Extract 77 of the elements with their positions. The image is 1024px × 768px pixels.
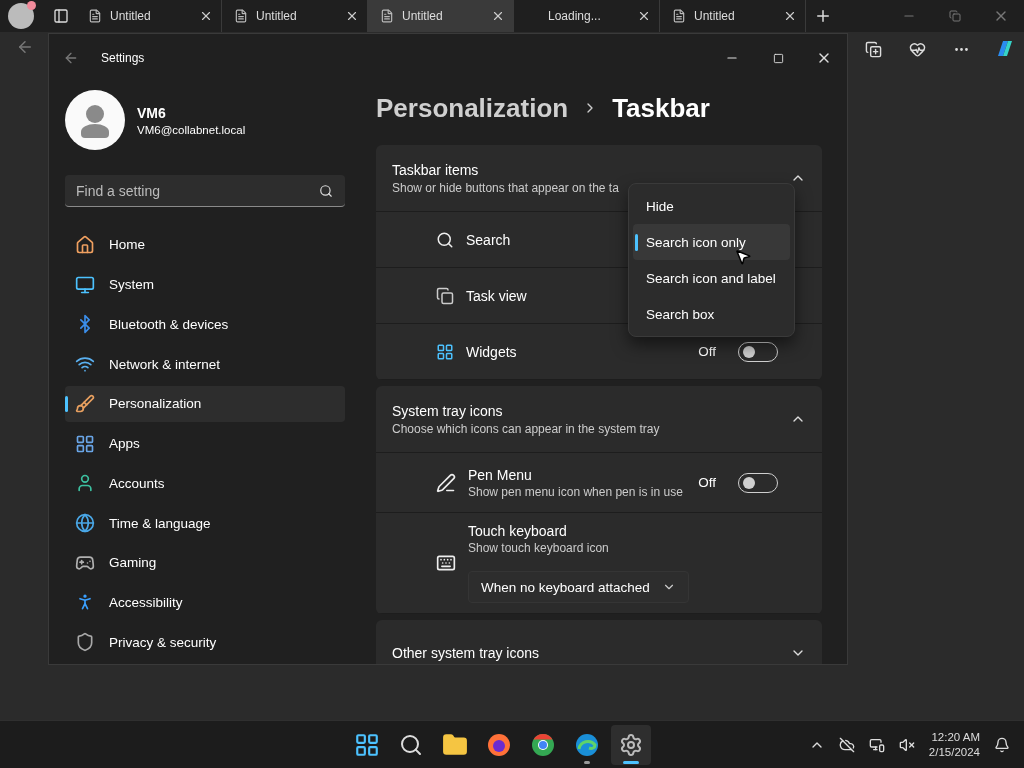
home-icon (75, 234, 95, 255)
nav-item[interactable]: Apps (65, 425, 345, 462)
keyboard-icon (436, 553, 456, 573)
nav-item[interactable]: Personalization (65, 385, 345, 422)
taskbar-app[interactable] (611, 724, 652, 765)
windows-logo-icon (354, 731, 381, 758)
close-icon[interactable] (199, 9, 213, 23)
nav-item[interactable]: System (65, 266, 345, 303)
nav-item[interactable]: Privacy & security (65, 624, 345, 661)
setting-label: Widgets (466, 343, 517, 360)
personalization-icon (75, 393, 95, 414)
clock[interactable]: 12:20 AM 2/15/2024 (928, 729, 980, 760)
section-header[interactable]: System tray icons Choose which icons can appear in the system tray (376, 386, 822, 453)
keyboard-dropdown[interactable]: When no keyboard attached (468, 571, 689, 603)
menu-item[interactable]: Search icon and label (633, 260, 790, 296)
setting-description: Show pen menu icon when pen is in use (468, 484, 683, 499)
nav-item[interactable]: Home (65, 227, 345, 263)
close-icon[interactable] (491, 9, 505, 23)
search-icon (436, 230, 454, 249)
back-icon[interactable] (63, 50, 79, 66)
gear-icon (619, 732, 644, 757)
close-icon[interactable] (345, 9, 359, 23)
apps-icon (75, 433, 95, 454)
cloud-off-icon[interactable] (838, 736, 855, 753)
profile-avatar[interactable] (8, 3, 34, 29)
setting-label: Task view (466, 287, 527, 304)
close-icon[interactable] (637, 9, 651, 23)
nav-item[interactable]: Bluetooth & devices (65, 306, 345, 343)
menu-item[interactable]: Search icon only (633, 224, 790, 260)
accounts-icon (75, 473, 95, 494)
setting-label: Search (466, 231, 511, 248)
toggle-state: Off (698, 475, 716, 490)
privacy-icon (75, 632, 95, 653)
folder-icon (442, 731, 469, 758)
document-icon (380, 9, 394, 23)
nav-item[interactable]: Accessibility (65, 584, 345, 621)
close-icon[interactable] (783, 9, 797, 23)
nav-item[interactable]: Time & language (65, 505, 345, 541)
section-title: Taskbar items (392, 161, 480, 178)
bell-icon[interactable] (994, 736, 1010, 753)
document-icon (234, 9, 248, 23)
edge-icon (575, 732, 600, 757)
cursor-icon (734, 248, 752, 266)
widgets-icon (436, 342, 454, 361)
section-subtitle: Choose which icons can appear in the system tray (392, 421, 661, 436)
window-title: Settings (101, 51, 146, 65)
menu-item[interactable]: Search box (633, 296, 790, 332)
breadcrumb-link[interactable]: Personalization (376, 92, 569, 124)
section-title: System tray icons (392, 402, 504, 419)
document-icon (88, 9, 102, 23)
system-icon (75, 274, 95, 295)
avatar (65, 90, 125, 150)
search-icon (319, 184, 333, 198)
setting-description: Show touch keyboard icon (468, 541, 609, 555)
document-icon (672, 9, 686, 23)
nav-item[interactable]: Accounts (65, 465, 345, 502)
page-title: Taskbar (612, 92, 710, 124)
nav-item[interactable]: Network & internet (65, 346, 345, 382)
firefox-icon (487, 732, 512, 757)
setting-label: Pen Menu (468, 466, 532, 483)
muted-speaker-icon[interactable] (898, 736, 915, 753)
network-icon[interactable] (868, 736, 885, 753)
search-field[interactable]: Find a setting (65, 175, 345, 207)
pen-icon (436, 472, 456, 493)
time-icon (75, 513, 95, 533)
user-name: VM6 (137, 104, 167, 121)
browser-tab[interactable]: Untitled (368, 0, 514, 32)
search-icon (399, 732, 424, 757)
section-title: Other system tray icons (392, 645, 541, 661)
setting-label: Touch keyboard (468, 523, 567, 539)
chrome-icon (531, 732, 556, 757)
back-icon[interactable] (16, 38, 34, 56)
section-subtitle: Show or hide buttons that appear on the ta (392, 180, 620, 195)
toggle-state: Off (698, 344, 716, 359)
nav-item[interactable]: Gaming (65, 544, 345, 581)
user-email: VM6@collabnet.local (137, 123, 246, 136)
section-header[interactable]: Other system tray icons (376, 620, 822, 664)
